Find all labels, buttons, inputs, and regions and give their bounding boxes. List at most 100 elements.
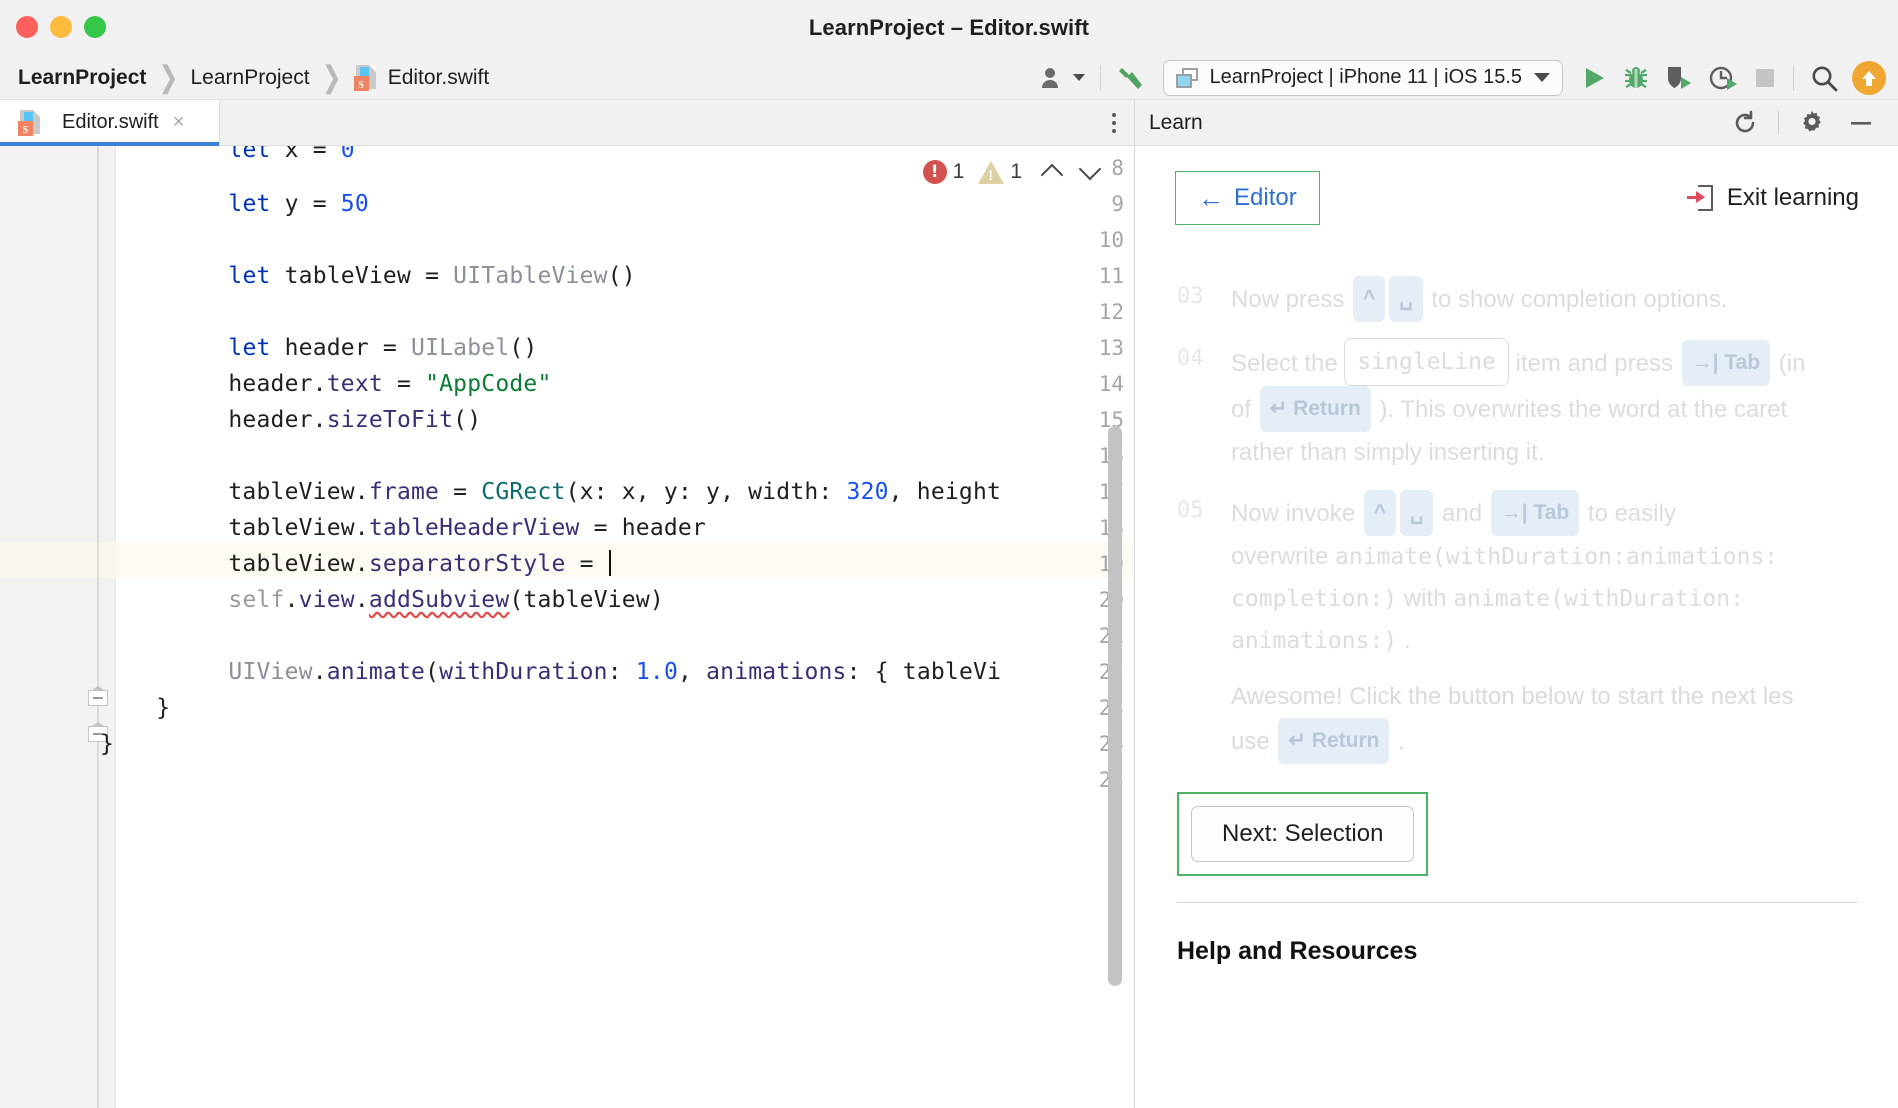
error-count: 1 <box>952 160 965 183</box>
close-icon[interactable]: × <box>173 111 185 134</box>
text-run: to easily <box>1581 500 1676 527</box>
lesson-step-text: Select the singleLine item and press →| … <box>1231 338 1898 474</box>
breadcrumb-item-file[interactable]: Editor.swift <box>388 66 490 90</box>
learn-header-actions <box>1722 110 1885 136</box>
text-run: item and press <box>1508 350 1680 377</box>
lesson-step: 04 Select the singleLine item and press … <box>1135 330 1898 482</box>
line-number: 12 <box>1098 300 1124 324</box>
line-number: 14 <box>1098 372 1124 396</box>
run-configuration-selector[interactable]: LearnProject | iPhone 11 | iOS 15.5 <box>1162 59 1563 96</box>
toolbar-actions: LearnProject | iPhone 11 | iOS 15.5 <box>1034 56 1898 99</box>
code-line: } <box>100 731 115 757</box>
arrow-up-icon <box>1862 70 1876 86</box>
minimize-tool-window-button[interactable] <box>1837 110 1885 136</box>
close-button[interactable] <box>16 16 38 38</box>
square-icon <box>1756 68 1774 87</box>
learn-header: Learn <box>1135 100 1898 146</box>
key-badge: →| Tab <box>1490 490 1580 536</box>
restart-lesson-button[interactable] <box>1722 110 1768 136</box>
minimize-button[interactable] <box>50 16 72 38</box>
lesson-closing-paragraph: Awesome! Click the button below to start… <box>1135 670 1895 764</box>
breadcrumb-separator-icon: ❯ <box>158 60 179 95</box>
breadcrumb-item-project[interactable]: LearnProject <box>18 66 146 90</box>
key-badge: ^ <box>1353 276 1386 322</box>
code-line: let x = 0 <box>228 146 355 163</box>
code-token: animate(withDuration: <box>1453 586 1744 612</box>
text-run: of <box>1231 396 1258 423</box>
line-number: 10 <box>1098 228 1124 252</box>
profile-button[interactable] <box>1701 58 1745 98</box>
main-toolbar: LearnProject ❯ LearnProject ❯ S Editor.s… <box>0 56 1898 100</box>
title-bar: LearnProject – Editor.swift <box>0 0 1898 56</box>
restart-icon <box>1735 110 1755 132</box>
editor-tab-bar: S Editor.swift × <box>0 100 1134 146</box>
debug-button[interactable] <box>1615 58 1657 98</box>
lesson-step-text: Now invoke ^ ␣ and →| Tab to easily overwr… <box>1231 490 1898 662</box>
play-icon <box>1586 67 1604 88</box>
inspections-widget[interactable]: ! 1 ! 1 <box>922 157 1106 187</box>
learn-navigation-bar: ← Editor Exit learning <box>1135 146 1898 250</box>
settings-button[interactable] <box>1789 110 1835 136</box>
breadcrumb-item-group[interactable]: LearnProject <box>191 66 310 90</box>
next-lesson-button[interactable]: Next: Selection <box>1191 806 1415 862</box>
swift-file-icon: S <box>18 109 42 136</box>
line-number: 9 <box>1111 192 1124 216</box>
exit-learning-button[interactable]: Exit learning <box>1686 184 1859 212</box>
text-run: overwrite <box>1231 543 1336 570</box>
breadcrumb: LearnProject ❯ LearnProject ❯ S Editor.s… <box>0 56 489 99</box>
code-token: animate(withDuration:animations: <box>1335 544 1779 570</box>
update-available-button[interactable] <box>1852 60 1886 95</box>
closing-line-2-prefix: use <box>1231 728 1277 755</box>
key-badge: ␣ <box>1400 490 1434 536</box>
lesson-step-number: 04 <box>1177 346 1204 371</box>
code-editor[interactable]: 8 9 10 11 12 13 14 15 16 17 18 19 20 21 … <box>0 146 1134 1108</box>
key-badge: ^ <box>1363 490 1396 536</box>
code-line: let tableView = UITableView() <box>228 263 636 289</box>
previous-problem-button[interactable] <box>1040 163 1064 187</box>
lesson-step-text: Now press ^ ␣ to show completion options. <box>1231 276 1898 322</box>
text-run: (in <box>1772 350 1806 377</box>
line-number-gutter <box>0 146 78 1108</box>
run-button[interactable] <box>1573 58 1615 98</box>
breadcrumb-separator-icon: ❯ <box>321 60 342 95</box>
learn-lesson-content: 03 Now press ^ ␣ to show completion optio… <box>1135 250 1898 1108</box>
text-run: . <box>1397 627 1411 654</box>
vcs-user-button[interactable] <box>1034 58 1092 98</box>
clock-play-icon <box>1709 66 1737 90</box>
fold-rail <box>97 742 99 1108</box>
code-line: tableView.tableHeaderView = header <box>116 515 707 541</box>
text-run: Select the <box>1231 350 1345 377</box>
code-token: completion:) <box>1231 586 1398 612</box>
next-problem-button[interactable] <box>1078 157 1102 181</box>
build-button[interactable] <box>1109 58 1153 98</box>
gear-icon <box>1803 110 1821 131</box>
back-to-editor-button[interactable]: ← Editor <box>1175 171 1320 225</box>
code-line: header.text = "AppCode" <box>116 371 552 397</box>
run-with-coverage-button[interactable] <box>1657 58 1701 98</box>
search-everywhere-button[interactable] <box>1802 58 1846 98</box>
editor-vertical-scrollbar[interactable] <box>1108 426 1122 986</box>
closing-line-1: Awesome! Click the button below to start… <box>1231 683 1794 710</box>
tab-editor-swift[interactable]: S Editor.swift × <box>0 100 220 146</box>
lesson-step: 03 Now press ^ ␣ to show completion optio… <box>1135 268 1898 330</box>
lesson-step: 05 Now invoke ^ ␣ and →| Tab to easily ove… <box>1135 482 1898 670</box>
warning-icon: ! <box>978 160 1005 184</box>
editor-options-button[interactable] <box>1094 100 1134 145</box>
error-icon: ! <box>922 160 947 184</box>
swift-file-icon: S <box>353 64 378 91</box>
swift-file-icon-letter: S <box>353 75 369 91</box>
code-token: animations:) <box>1231 628 1398 654</box>
section-divider <box>1177 902 1857 903</box>
window-title: LearnProject – Editor.swift <box>808 15 1090 40</box>
fold-rail <box>97 146 99 690</box>
code-token-box: singleLine <box>1344 338 1509 386</box>
zoom-button[interactable] <box>84 16 106 38</box>
text-run: to show completion options. <box>1424 286 1728 313</box>
text-run: with <box>1397 585 1454 612</box>
stop-button[interactable] <box>1745 58 1785 98</box>
text-run: rather than simply inserting it. <box>1231 439 1545 466</box>
code-line: } <box>100 695 171 721</box>
code-line: UIView.animate(withDuration: 1.0, animat… <box>228 659 1002 685</box>
arrow-left-icon: ← <box>1198 183 1224 213</box>
lesson-step-number: 05 <box>1177 498 1204 523</box>
